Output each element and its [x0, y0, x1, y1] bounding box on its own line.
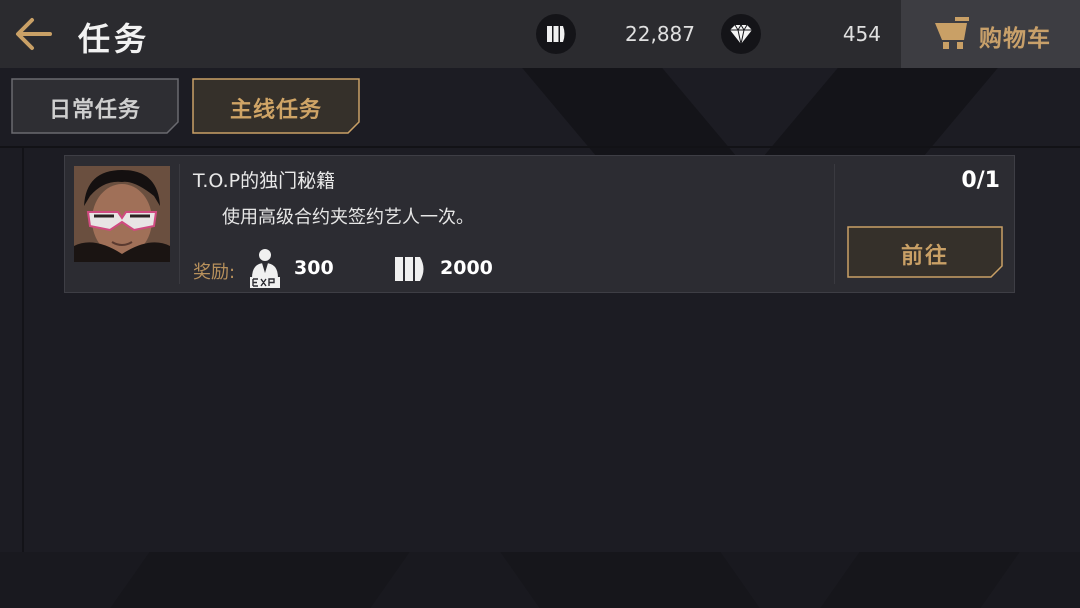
ticket-reward-value: 2000: [440, 257, 493, 279]
quest-screen: 任务 22,887 454 购物车 日常任务 主线任务 T.O.P的独门秘籍 使…: [0, 0, 1080, 608]
reward-label: 奖励:: [193, 262, 236, 283]
tab-label: 主线任务: [229, 98, 322, 123]
quest-description: 使用高级合约夹签约艺人一次。: [222, 207, 474, 228]
diamond-currency-icon: [721, 14, 761, 54]
cart-label: 购物车: [979, 26, 1051, 52]
ticket-currency-icon: [536, 14, 576, 54]
quest-progress: 0/1: [961, 168, 1000, 193]
cart-icon: [933, 14, 973, 54]
divider: [834, 164, 835, 284]
exp-icon: [248, 248, 282, 288]
go-button-label: 前往: [900, 244, 949, 269]
go-button[interactable]: 前往: [847, 226, 1003, 278]
artist-avatar: [74, 166, 170, 262]
divider: [179, 164, 180, 284]
tab-main-quests[interactable]: 主线任务: [192, 78, 360, 134]
quest-title: T.O.P的独门秘籍: [193, 170, 336, 192]
diamond-count: 454: [842, 22, 881, 46]
shopping-cart-button[interactable]: 购物车: [901, 0, 1080, 68]
top-bar: 任务 22,887 454 购物车: [0, 0, 1080, 68]
left-edge-line: [22, 148, 24, 552]
ticket-icon: [394, 255, 428, 283]
quest-card: T.O.P的独门秘籍 使用高级合约夹签约艺人一次。 奖励: 300 2000 0…: [64, 155, 1015, 293]
tab-bar: 日常任务 主线任务: [0, 68, 1080, 148]
background-shape: [500, 552, 760, 608]
exp-reward-value: 300: [294, 257, 334, 279]
ticket-count: 22,887: [625, 22, 695, 46]
background-shape: [110, 552, 410, 608]
back-arrow-icon[interactable]: [14, 16, 54, 52]
page-title: 任务: [78, 20, 151, 58]
tab-daily-quests[interactable]: 日常任务: [11, 78, 179, 134]
divider: [0, 146, 1080, 148]
tab-label: 日常任务: [48, 98, 141, 123]
